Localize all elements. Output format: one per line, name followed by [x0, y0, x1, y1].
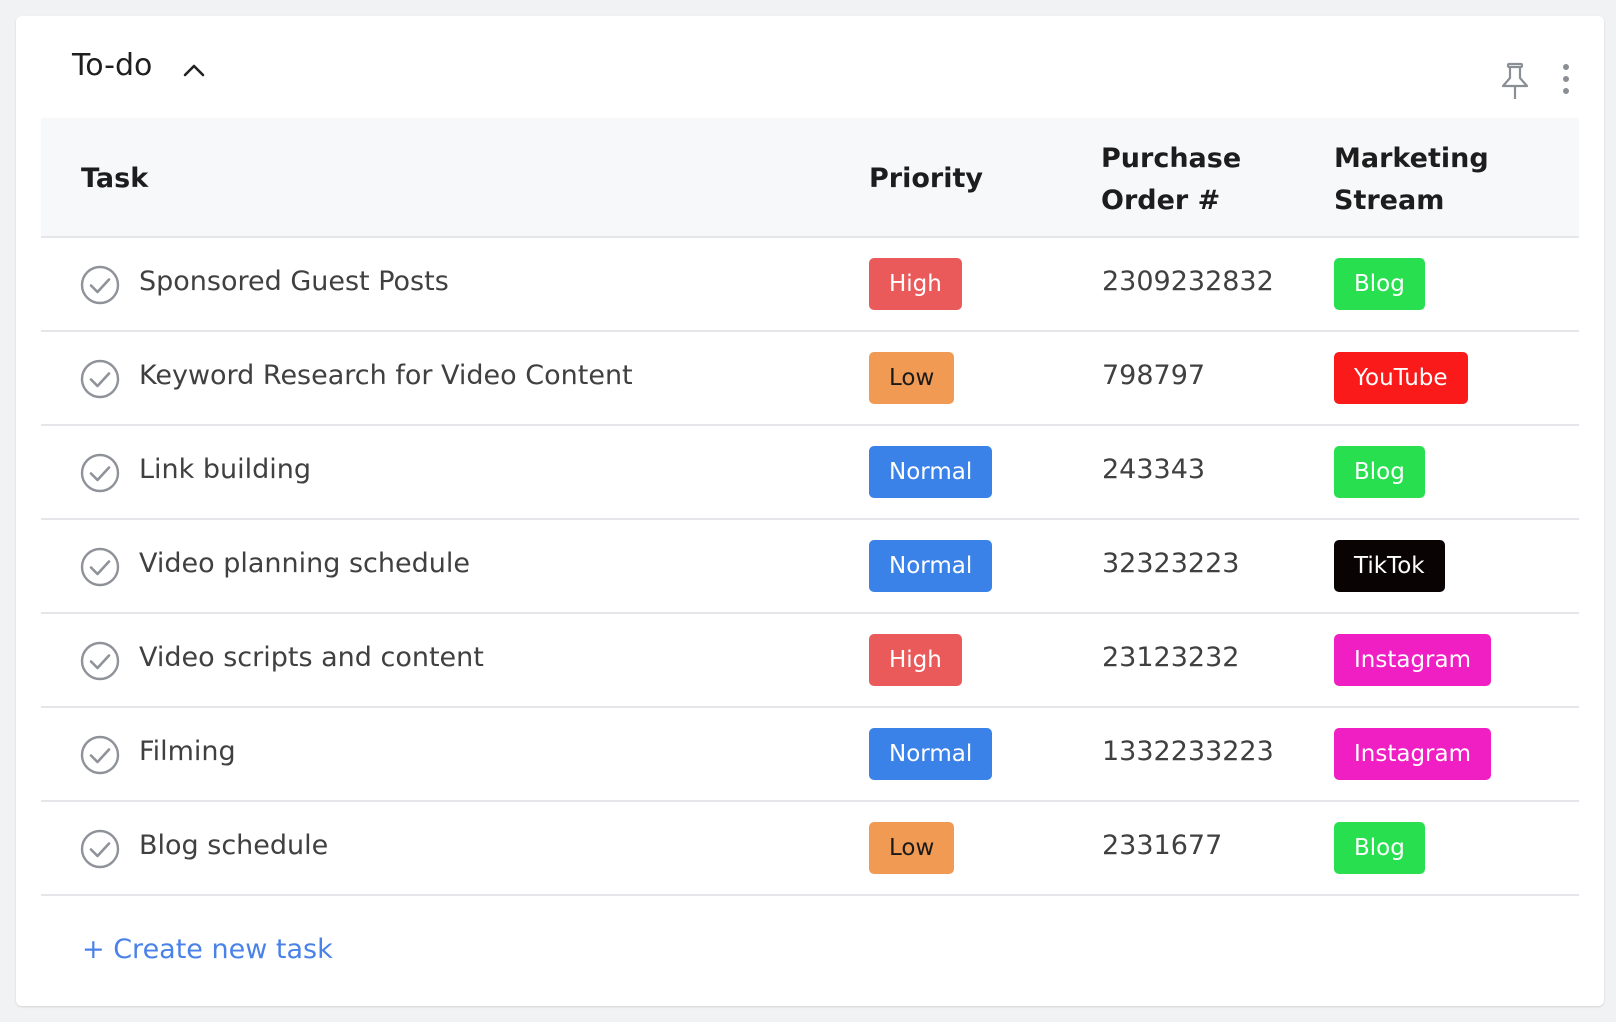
marketing-stream-badge[interactable]: Blog: [1334, 822, 1425, 874]
purchase-order-number: 2309232832: [1102, 266, 1274, 297]
marketing-stream-badge[interactable]: TikTok: [1334, 540, 1445, 592]
purchase-order-number: 32323223: [1102, 548, 1240, 579]
marketing-stream-badge[interactable]: Instagram: [1334, 634, 1492, 686]
priority-badge[interactable]: Low: [869, 352, 955, 404]
create-new-task-link[interactable]: + Create new task: [82, 934, 333, 965]
table-row[interactable]: Video scripts and content High 23123232 Ins…: [41, 614, 1579, 708]
task-name[interactable]: Keyword Research for Video Content: [139, 360, 633, 391]
purchase-order-number: 2331677: [1102, 830, 1223, 861]
task-name[interactable]: Blog schedule: [139, 830, 328, 861]
table-row[interactable]: Video planning schedule Normal 32323223 Tik…: [41, 520, 1579, 614]
table-row[interactable]: Link building Normal 243343 Blog: [41, 426, 1579, 520]
marketing-stream-badge[interactable]: Blog: [1334, 446, 1425, 498]
table-row[interactable]: Sponsored Guest Posts High 2309232832 Blog: [41, 238, 1579, 332]
column-header-marketing-stream[interactable]: Marketing Stream: [1334, 138, 1534, 222]
check-circle-icon[interactable]: [79, 264, 121, 306]
purchase-order-number: 1332233223: [1102, 736, 1274, 767]
check-circle-icon[interactable]: [79, 452, 121, 494]
check-circle-icon[interactable]: [79, 358, 121, 400]
check-circle-icon[interactable]: [79, 734, 121, 776]
todo-panel: To-do Task Priority Purchase Order # Mar…: [16, 16, 1604, 1006]
column-header-purchase-order[interactable]: Purchase Order #: [1101, 138, 1301, 222]
priority-badge[interactable]: Normal: [869, 728, 993, 780]
priority-badge[interactable]: High: [869, 634, 962, 686]
table-row[interactable]: Blog schedule Low 2331677 Blog: [41, 802, 1579, 896]
table-header: Task Priority Purchase Order # Marketing…: [41, 118, 1579, 238]
check-circle-icon[interactable]: [79, 546, 121, 588]
task-name[interactable]: Video planning schedule: [139, 548, 470, 579]
purchase-order-number: 23123232: [1102, 642, 1240, 673]
table-row[interactable]: Keyword Research for Video Content Low 798…: [41, 332, 1579, 426]
more-vertical-icon[interactable]: [1558, 62, 1574, 98]
column-header-task[interactable]: Task: [81, 158, 148, 200]
marketing-stream-badge[interactable]: YouTube: [1334, 352, 1468, 404]
task-name[interactable]: Filming: [139, 736, 236, 767]
table-body: Sponsored Guest Posts High 2309232832 Blog K…: [41, 238, 1579, 896]
purchase-order-number: 243343: [1102, 454, 1206, 485]
check-circle-icon[interactable]: [79, 640, 121, 682]
chevron-up-icon[interactable]: [180, 56, 208, 84]
marketing-stream-badge[interactable]: Blog: [1334, 258, 1425, 310]
marketing-stream-badge[interactable]: Instagram: [1334, 728, 1492, 780]
panel-header: To-do: [16, 16, 1604, 118]
priority-badge[interactable]: Low: [869, 822, 955, 874]
panel-title: To-do: [72, 48, 153, 83]
task-name[interactable]: Video scripts and content: [139, 642, 484, 673]
check-circle-icon[interactable]: [79, 828, 121, 870]
priority-badge[interactable]: Normal: [869, 540, 993, 592]
priority-badge[interactable]: Normal: [869, 446, 993, 498]
task-table: Task Priority Purchase Order # Marketing…: [41, 118, 1579, 896]
purchase-order-number: 798797: [1102, 360, 1206, 391]
priority-badge[interactable]: High: [869, 258, 962, 310]
table-row[interactable]: Filming Normal 1332233223 Instagram: [41, 708, 1579, 802]
pin-icon[interactable]: [1499, 62, 1531, 102]
task-name[interactable]: Sponsored Guest Posts: [139, 266, 449, 297]
column-header-priority[interactable]: Priority: [869, 158, 983, 200]
task-name[interactable]: Link building: [139, 454, 311, 485]
